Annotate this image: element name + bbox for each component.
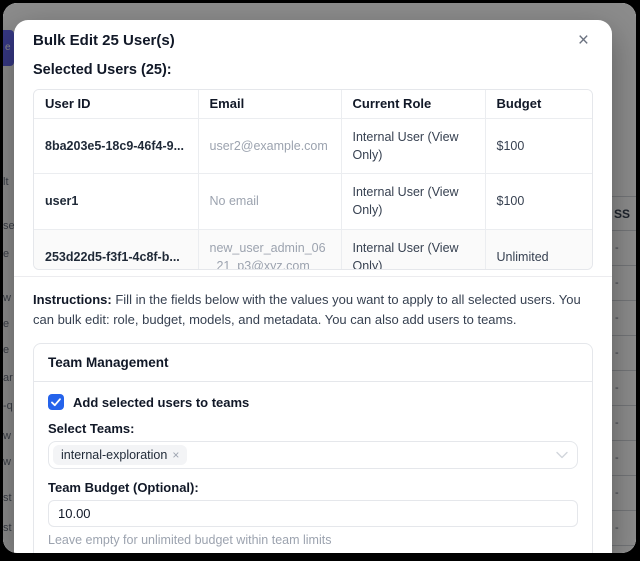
- check-icon: [51, 398, 61, 407]
- table-row: 8ba203e5-18c9-46f4-9...user2@example.com…: [34, 119, 592, 174]
- close-button[interactable]: ×: [574, 29, 593, 52]
- table-row: user1No emailInternal User (View Only)$1…: [34, 174, 592, 229]
- team-budget-input[interactable]: [48, 500, 578, 527]
- instructions-body: Fill in the fields below with the values…: [33, 292, 581, 327]
- checkbox-label: Add selected users to teams: [73, 395, 249, 410]
- instructions-label: Instructions:: [33, 292, 112, 307]
- team-tag-label: internal-exploration: [61, 448, 167, 462]
- user-id-cell: user1: [34, 174, 198, 229]
- role-cell: Internal User (View Only): [341, 174, 485, 229]
- bulk-edit-modal: Bulk Edit 25 User(s) × Selected Users (2…: [14, 20, 612, 553]
- column-header: User ID: [34, 90, 198, 119]
- column-header: Email: [198, 90, 341, 119]
- user-id-cell: 8ba203e5-18c9-46f4-9...: [34, 119, 198, 174]
- team-management-body: Add selected users to teams Select Teams…: [34, 382, 592, 553]
- select-teams-label: Select Teams:: [48, 421, 578, 436]
- chevron-down-icon[interactable]: [556, 451, 568, 459]
- modal-header: Bulk Edit 25 User(s) ×: [33, 31, 593, 52]
- budget-helper-text: Leave empty for unlimited budget within …: [48, 533, 578, 547]
- budget-cell: $100: [485, 174, 592, 229]
- window-frame: e ltseeweear-qwwstst SS ---------- Bulk …: [0, 0, 640, 561]
- add-users-to-teams-checkbox-row[interactable]: Add selected users to teams: [48, 394, 578, 410]
- instructions-text: Instructions: Fill in the fields below w…: [33, 290, 593, 330]
- role-cell: Internal User (View Only): [341, 119, 485, 174]
- email-cell: No email: [198, 174, 341, 229]
- screen: e ltseeweear-qwwstst SS ---------- Bulk …: [3, 3, 636, 553]
- remove-team-icon[interactable]: ×: [172, 448, 179, 462]
- selected-users-label: Selected Users (25):: [33, 62, 593, 78]
- modal-title: Bulk Edit 25 User(s): [33, 31, 175, 51]
- team-management-title: Team Management: [34, 344, 592, 382]
- email-cell: user2@example.com: [198, 119, 341, 174]
- checkbox-checked-icon[interactable]: [48, 394, 64, 410]
- select-teams-input[interactable]: internal-exploration ×: [48, 441, 578, 469]
- user-id-cell: 253d22d5-f3f1-4c8f-b...: [34, 229, 198, 270]
- team-management-section: Team Management Add selected users to te…: [33, 343, 593, 553]
- team-budget-label: Team Budget (Optional):: [48, 480, 578, 495]
- selected-team-tag[interactable]: internal-exploration ×: [53, 445, 187, 465]
- column-header: Budget: [485, 90, 592, 119]
- table-row: 253d22d5-f3f1-4c8f-b...new_user_admin_06…: [34, 229, 592, 270]
- email-cell: new_user_admin_06_21_p3@xyz.com: [198, 229, 341, 270]
- budget-cell: $100: [485, 119, 592, 174]
- selected-users-table[interactable]: User IDEmailCurrent RoleBudget 8ba203e5-…: [33, 89, 593, 270]
- budget-cell: Unlimited: [485, 229, 592, 270]
- column-header: Current Role: [341, 90, 485, 119]
- role-cell: Internal User (View Only): [341, 229, 485, 270]
- close-icon: ×: [578, 30, 589, 51]
- section-divider: [14, 276, 612, 277]
